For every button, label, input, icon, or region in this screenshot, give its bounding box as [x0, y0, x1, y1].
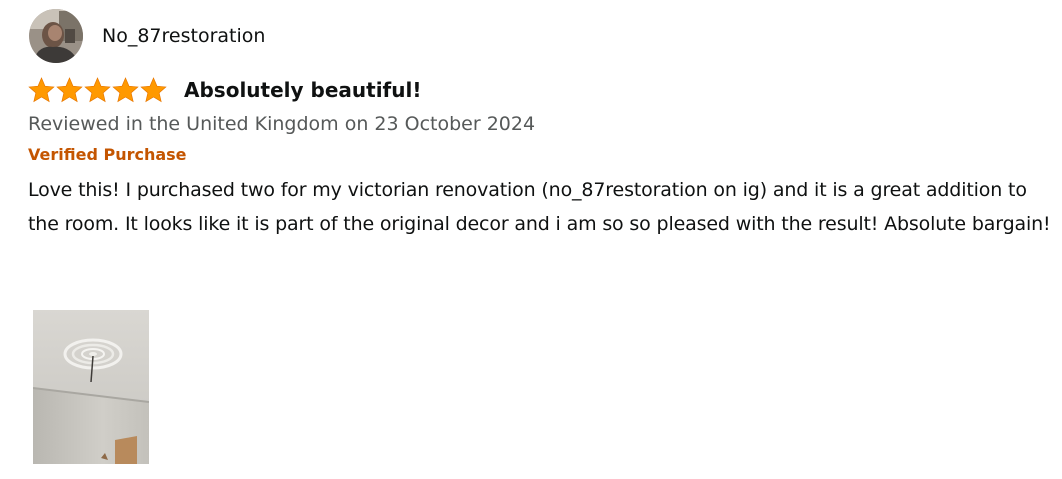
reviewer-name[interactable]: No_87restoration — [102, 25, 265, 47]
star-icon — [112, 77, 139, 103]
star-icon — [84, 77, 111, 103]
review-header: Absolutely beautiful! — [28, 75, 1058, 105]
star-rating[interactable] — [28, 77, 167, 103]
star-icon — [56, 77, 83, 103]
verified-purchase-badge: Verified Purchase — [28, 145, 187, 164]
review-title[interactable]: Absolutely beautiful! — [184, 78, 421, 102]
review-body-text: Love this! I purchased two for my victor… — [28, 179, 1051, 235]
reviewer-avatar[interactable] — [29, 9, 83, 63]
review-image-thumbnail[interactable] — [33, 310, 149, 464]
star-icon — [140, 77, 167, 103]
review-date: Reviewed in the United Kingdom on 23 Oct… — [28, 113, 536, 135]
customer-review: No_87restoration Absolutely beautiful! R… — [28, 8, 1058, 464]
star-icon — [28, 77, 55, 103]
reviewer-profile: No_87restoration — [28, 8, 1058, 64]
